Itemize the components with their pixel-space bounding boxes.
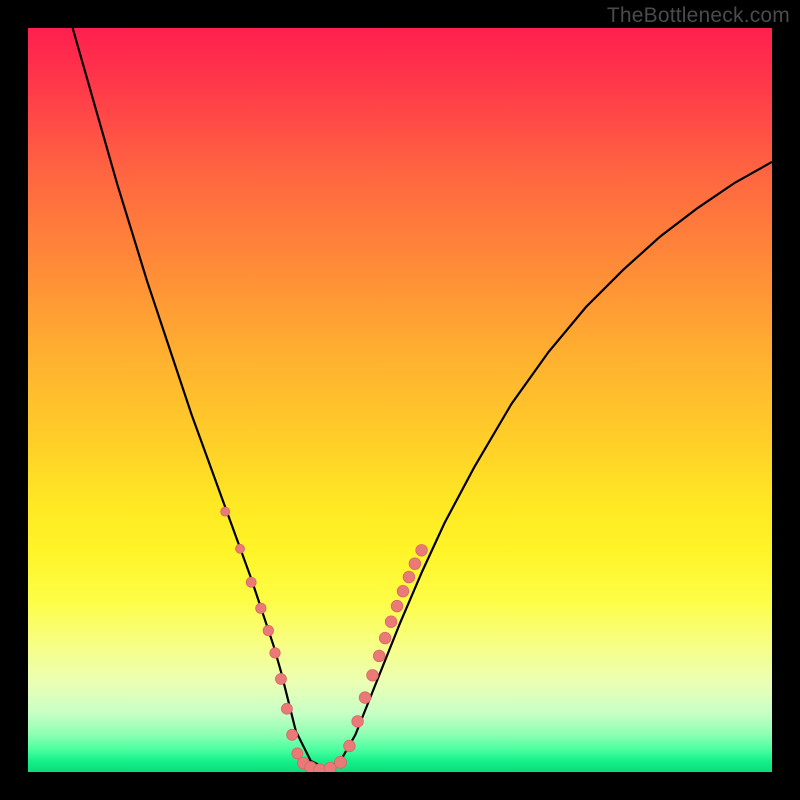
- sample-dot: [221, 507, 230, 516]
- outer-frame: TheBottleneck.com: [0, 0, 800, 800]
- sample-dot: [367, 669, 379, 681]
- sample-dot: [391, 600, 403, 612]
- sample-dot: [385, 616, 397, 628]
- sample-dot: [403, 571, 415, 583]
- bottleneck-curve: [73, 28, 772, 768]
- sample-dot: [281, 703, 292, 714]
- sample-dot: [256, 603, 266, 613]
- sample-dot: [397, 585, 409, 597]
- sample-dots-group: [221, 507, 428, 772]
- plot-area: [28, 28, 772, 772]
- watermark-text: TheBottleneck.com: [607, 4, 790, 28]
- sample-dot: [275, 674, 286, 685]
- sample-dot: [352, 716, 364, 728]
- sample-dot: [287, 729, 298, 740]
- sample-dot: [359, 692, 371, 704]
- sample-dot: [344, 740, 356, 752]
- sample-dot: [379, 632, 391, 644]
- sample-dot: [263, 625, 273, 635]
- sample-dot: [270, 648, 280, 658]
- sample-dot: [236, 544, 245, 553]
- sample-dot: [416, 544, 428, 556]
- bottleneck-chart: [28, 28, 772, 772]
- sample-dot: [334, 756, 346, 768]
- sample-dot: [373, 650, 385, 662]
- sample-dot: [409, 558, 421, 570]
- sample-dot: [246, 577, 256, 587]
